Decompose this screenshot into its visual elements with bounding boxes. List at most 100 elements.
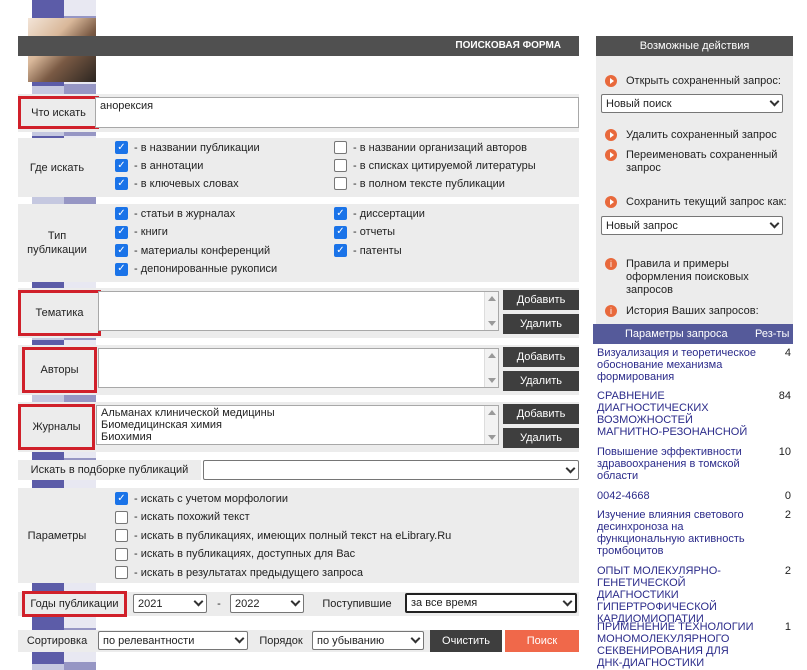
where-label: Где искать (29, 161, 85, 174)
journals-add-button[interactable]: Добавить (503, 404, 579, 424)
history-query-link[interactable]: СРАВНЕНИЕ ДИАГНОСТИЧЕСКИХ ВОЗМОЖНОСТЕЙ М… (597, 390, 757, 438)
authors-input[interactable] (98, 348, 499, 388)
rename-saved-action[interactable]: Переименовать сохраненный запрос (605, 149, 785, 175)
sort-select[interactable]: по релевантности (98, 631, 248, 650)
open-saved-label[interactable]: Открыть сохраненный запрос: (626, 75, 781, 88)
topic-input[interactable] (98, 291, 499, 331)
received-select[interactable]: за все время (405, 593, 577, 613)
rules-label[interactable]: Правила и примеры оформления поисковых з… (626, 258, 790, 297)
checkbox[interactable]: ✓ (115, 244, 128, 257)
history-row[interactable]: Изучение влияния светового десинхроноза … (597, 509, 791, 557)
history-query-link[interactable]: ОПЫТ МОЛЕКУЛЯРНО-ГЕНЕТИЧЕСКОЙ ДИАГНОСТИК… (597, 565, 757, 625)
history-query-link[interactable]: Визуализация и теоретическое обоснование… (597, 347, 757, 383)
order-select[interactable]: по убыванию (312, 631, 424, 650)
history-query-link[interactable]: Изучение влияния светового десинхроноза … (597, 509, 757, 557)
checkbox[interactable] (115, 566, 128, 579)
checkbox[interactable]: ✓ (334, 207, 347, 220)
checkbox[interactable] (115, 529, 128, 542)
year-from-value: 2021 (138, 597, 163, 610)
save-current-label[interactable]: Сохранить текущий запрос как: (626, 196, 787, 209)
checkbox-option[interactable]: ✓ - в аннотации (115, 159, 203, 172)
journals-scrollbar[interactable] (484, 406, 498, 444)
collection-select[interactable] (203, 460, 579, 480)
rules-action[interactable]: i Правила и примеры оформления поисковых … (605, 258, 790, 297)
checkbox-option[interactable]: ✓ - патенты (334, 244, 402, 257)
history-row[interactable]: Повышение эффективности здравоохранения … (597, 446, 791, 482)
checkbox[interactable] (334, 159, 347, 172)
delete-saved-label[interactable]: Удалить сохраненный запрос (626, 129, 777, 142)
history-query-link[interactable]: 0042-4668 (597, 490, 757, 502)
authors-add-button[interactable]: Добавить (503, 347, 579, 367)
authors-delete-button[interactable]: Удалить (503, 371, 579, 391)
what-input-value: анорексия (100, 100, 154, 112)
topic-scrollbar[interactable] (484, 292, 498, 330)
year-from-select[interactable]: 2021 (133, 594, 207, 613)
info-icon: i (605, 258, 617, 270)
rename-saved-label[interactable]: Переименовать сохраненный запрос (626, 149, 785, 175)
clear-button[interactable]: Очистить (430, 630, 502, 652)
checkbox[interactable]: ✓ (115, 159, 128, 172)
history-result-count: 0 (784, 490, 791, 502)
checkbox-option[interactable]: - искать похожий текст (115, 510, 250, 524)
checkbox[interactable]: ✓ (115, 207, 128, 220)
what-input[interactable]: анорексия (95, 97, 579, 128)
checkbox-label: - патенты (353, 244, 402, 257)
chevron-down-icon (562, 596, 573, 606)
checkbox-label: - диссертации (353, 207, 425, 220)
history-result-count: 10 (778, 446, 791, 458)
checkbox[interactable] (115, 510, 128, 524)
journals-delete-button[interactable]: Удалить (503, 428, 579, 448)
year-to-select[interactable]: 2022 (230, 594, 304, 613)
checkbox-option[interactable]: ✓ - в ключевых словах (115, 177, 239, 190)
checkbox[interactable]: ✓ (115, 262, 128, 276)
save-current-action[interactable]: Сохранить текущий запрос как: (605, 196, 787, 209)
checkbox-label: - в ключевых словах (134, 177, 239, 190)
checkbox[interactable] (115, 547, 128, 561)
checkbox[interactable]: ✓ (115, 177, 128, 190)
checkbox[interactable]: ✓ (115, 492, 128, 505)
journal-item[interactable]: Биохимия (101, 431, 494, 443)
history-row[interactable]: ОПЫТ МОЛЕКУЛЯРНО-ГЕНЕТИЧЕСКОЙ ДИАГНОСТИК… (597, 565, 791, 625)
checkbox[interactable] (334, 177, 347, 190)
authors-scrollbar[interactable] (484, 349, 498, 387)
checkbox[interactable]: ✓ (334, 244, 347, 257)
checkbox-option[interactable]: - в списках цитируемой литературы (334, 159, 536, 172)
checkbox-option[interactable]: - искать в публикациях, имеющих полный т… (115, 529, 451, 542)
checkbox-option[interactable]: ✓ - книги (115, 225, 168, 239)
history-query-link[interactable]: Повышение эффективности здравоохранения … (597, 446, 757, 482)
checkbox-option[interactable]: ✓ - статьи в журналах (115, 207, 235, 220)
search-button[interactable]: Поиск (505, 630, 579, 652)
journal-item[interactable]: Альманах клинической медицины (101, 407, 494, 419)
checkbox-option[interactable]: ✓ - искать с учетом морфологии (115, 492, 288, 505)
checkbox-option[interactable]: - в названии организаций авторов (334, 141, 527, 154)
checkbox[interactable] (334, 141, 347, 154)
checkbox[interactable]: ✓ (334, 225, 347, 239)
checkbox[interactable]: ✓ (115, 141, 128, 154)
journal-item[interactable]: Биомедицинская химия (101, 419, 494, 431)
checkbox-option[interactable]: ✓ - в названии публикации (115, 141, 260, 154)
history-row[interactable]: 0042-4668 0 (597, 490, 791, 502)
checkbox-option[interactable]: ✓ - диссертации (334, 207, 425, 220)
saved-query-select[interactable]: Новый поиск (601, 94, 783, 113)
topic-add-button[interactable]: Добавить (503, 290, 579, 310)
checkbox-option[interactable]: ✓ - отчеты (334, 225, 396, 239)
checkbox[interactable]: ✓ (115, 225, 128, 239)
open-saved-action[interactable]: Открыть сохраненный запрос: (605, 75, 781, 88)
history-row[interactable]: СРАВНЕНИЕ ДИАГНОСТИЧЕСКИХ ВОЗМОЖНОСТЕЙ М… (597, 390, 791, 438)
checkbox-label: - статьи в журналах (134, 207, 236, 220)
checkbox-option[interactable]: - искать в результатах предыдущего запро… (115, 566, 363, 579)
chevron-down-icon (290, 596, 301, 607)
checkbox-option[interactable]: - в полном тексте публикации (334, 177, 505, 190)
save-query-select[interactable]: Новый запрос (601, 216, 783, 235)
history-row[interactable]: ПРИМЕНЕНИЕ ТЕХНОЛОГИИ МОНОМОЛЕКУЛЯРНОГО … (597, 621, 791, 669)
delete-saved-action[interactable]: Удалить сохраненный запрос (605, 129, 777, 142)
history-row[interactable]: Визуализация и теоретическое обоснование… (597, 347, 791, 383)
checkbox-label: - в названии организаций авторов (353, 141, 527, 154)
topic-delete-button[interactable]: Удалить (503, 314, 579, 334)
checkbox-option[interactable]: ✓ - материалы конференций (115, 244, 270, 257)
checkbox-label: - отчеты (353, 226, 396, 238)
history-query-link[interactable]: ПРИМЕНЕНИЕ ТЕХНОЛОГИИ МОНОМОЛЕКУЛЯРНОГО … (597, 621, 757, 669)
checkbox-option[interactable]: - искать в публикациях, доступных для Ва… (115, 547, 355, 561)
checkbox-option[interactable]: ✓ - депонированные рукописи (115, 262, 277, 276)
journals-list[interactable]: Альманах клинической медицины Биомедицин… (96, 405, 499, 445)
